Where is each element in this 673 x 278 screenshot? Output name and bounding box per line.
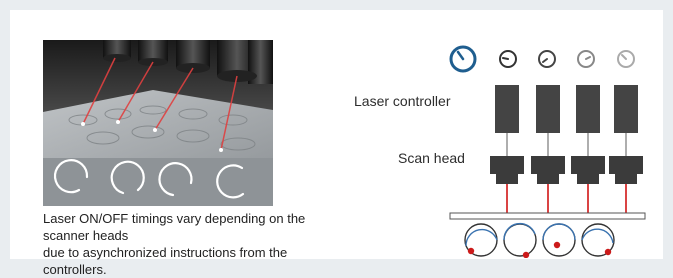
timing-circle-icon <box>503 222 537 258</box>
controller-diagram <box>449 45 646 258</box>
clock-icon <box>617 50 635 68</box>
timing-circle-icon <box>464 223 498 257</box>
laser-processing-photo <box>43 40 273 206</box>
clock-icon <box>577 50 595 68</box>
timing-circle-icon <box>542 223 576 257</box>
laser-beams <box>506 184 627 213</box>
workpiece-plate <box>449 212 646 220</box>
scan-head-blocks <box>490 156 643 184</box>
figure-card: Laser controller Scan head Laser ON/OFF … <box>10 10 663 277</box>
laser-controller-blocks <box>495 85 638 133</box>
clock-icon <box>499 50 517 68</box>
caption-line-2: due to asynchronized instructions from t… <box>43 245 288 277</box>
clock-icon <box>449 45 477 73</box>
caption-line-1: Laser ON/OFF timings vary depending on t… <box>43 211 306 243</box>
figure-caption: Laser ON/OFF timings vary depending on t… <box>43 210 343 278</box>
timing-circle-icon <box>581 223 615 257</box>
laser-controller-label: Laser controller <box>354 93 451 109</box>
clock-icon <box>538 50 556 68</box>
